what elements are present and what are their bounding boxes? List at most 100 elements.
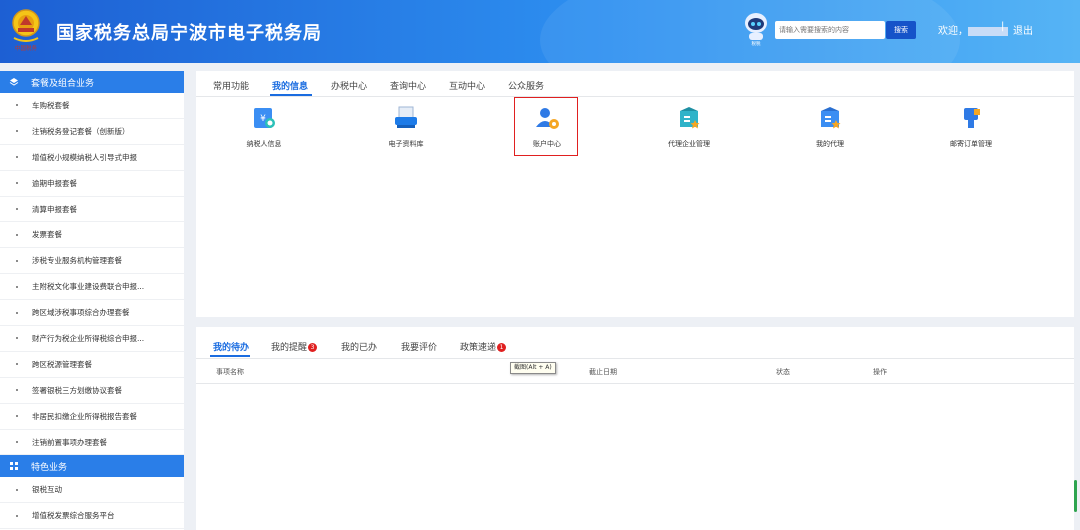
sidebar-item-label: 增值税发票综合服务平台 [32,511,115,521]
site-title: 国家税务总局宁波市电子税务局 [56,23,322,44]
active-tab-indicator [210,355,250,357]
tab-public-service[interactable]: 公众服务 [508,79,544,92]
agent-enterprise-icon [680,107,700,129]
tile-mail-order[interactable]: 邮寄订单管理 [937,105,1005,155]
welcome-label: 欢迎， [938,26,968,37]
sidebar-item[interactable]: 车购税套餐 [0,93,184,119]
tab-label: 政策速递 [460,343,497,353]
tile-label: 电子资料库 [388,140,424,148]
account-center-highlight-box [514,97,578,156]
todo-tabs: 我的待办 我的提醒 3 我的已办 我要评价 政策速递 1 [196,327,1074,359]
sidebar-item[interactable]: 增值税发票综合服务平台 [0,503,184,530]
taxpayer-info-icon: ¥ [254,108,275,128]
sidebar-item[interactable]: 发票套餐 [0,222,184,249]
sidebar-item-label: 发票套餐 [32,230,62,240]
sidebar-group-label: 套餐及组合业务 [31,78,95,89]
sidebar-item-label: 跨区税源管理套餐 [32,359,92,369]
sidebar: 套餐及组合业务 车购税套餐 注销税务登记套餐（创新版） 增值税小规模纳税人引导式… [0,71,184,530]
bullet-icon [16,514,18,517]
sidebar-item[interactable]: 注销税务登记套餐（创新版） [0,119,184,145]
bullet-icon [16,363,18,366]
robot-caption: 税税 [752,40,761,47]
sidebar-item-label: 逾期申报套餐 [32,178,77,188]
tile-taxpayer-info[interactable]: ¥ 纳税人信息 [230,105,298,155]
sidebar-group-packages[interactable]: 套餐及组合业务 [0,71,184,93]
tile-label: 我的代理 [816,140,844,148]
sidebar-item[interactable]: 增值税小规模纳税人引导式申报 [0,145,184,171]
bullet-icon [16,311,18,314]
tax-emblem-icon: 中国税务 [12,9,40,52]
sidebar-item[interactable]: 签署银税三方划缴协议套餐 [0,378,184,404]
sidebar-item-label: 非居民扣缴企业所得税报告套餐 [32,411,137,421]
tab-query-center[interactable]: 查询中心 [390,79,426,92]
e-archive-icon [395,106,417,128]
screenshot-tooltip: 截图(Alt + A) [510,362,556,374]
sidebar-item-label: 注销前置事项办理套餐 [32,437,107,447]
grid-icon [10,462,18,471]
tab-interaction-center[interactable]: 互动中心 [449,79,485,92]
scrollbar-thumb[interactable] [1074,480,1077,512]
bullet-icon [16,104,18,107]
sidebar-item[interactable]: 涉税专业服务机构管理套餐 [0,248,184,275]
tab-my-done[interactable]: 我的已办 [341,340,377,353]
layers-icon [9,78,19,86]
tile-label: 纳税人信息 [246,140,282,148]
bullet-icon [16,337,18,340]
bullet-icon [16,233,18,236]
sidebar-item[interactable]: 主附税文化事业建设费联合申报... [0,274,184,301]
column-actions: 操作 [873,368,887,376]
tab-label: 我的提醒 [271,343,308,353]
tile-e-archive[interactable]: 电子资料库 [372,105,440,155]
active-tab-indicator [270,94,312,96]
sidebar-item[interactable]: 银税互动 [0,477,184,504]
column-deadline: 截止日期 [589,368,617,376]
sidebar-item[interactable]: 清算申报套餐 [0,197,184,223]
search-input[interactable] [775,21,885,39]
tab-my-todo[interactable]: 我的待办 [213,340,249,353]
tile-my-agent[interactable]: 我的代理 [796,105,864,155]
bullet-icon [16,389,18,392]
welcome-text: 欢迎， [938,22,1008,37]
sidebar-group-featured[interactable]: 特色业务 [0,455,184,478]
bullet-icon [16,488,18,491]
column-item-name: 事项名称 [216,368,244,376]
sidebar-item[interactable]: 财产行为税企业所得税综合申报... [0,326,184,352]
tab-evaluate[interactable]: 我要评价 [401,340,437,353]
sidebar-item-label: 涉税专业服务机构管理套餐 [32,256,122,266]
table-header-divider [196,383,1074,384]
bullet-icon [16,441,18,444]
sidebar-item[interactable]: 注销前置事项办理套餐 [0,430,184,456]
sidebar-item[interactable]: 逾期申报套餐 [0,171,184,197]
sidebar-item-label: 财产行为税企业所得税综合申报... [32,333,145,343]
tab-my-info[interactable]: 我的信息 [272,79,308,92]
sidebar-item[interactable]: 跨区税源管理套餐 [0,352,184,378]
sidebar-item[interactable]: 跨区域涉税事项综合办理套餐 [0,300,184,327]
tab-common-functions[interactable]: 常用功能 [213,79,249,92]
robot-assistant-icon[interactable]: 税税 [743,11,769,47]
bullet-icon [16,208,18,210]
tab-my-reminders[interactable]: 我的提醒 3 [271,340,318,353]
bullet-icon [16,130,18,133]
tab-policy-express[interactable]: 政策速递 1 [460,340,507,353]
sidebar-item-label: 增值税小规模纳税人引导式申报 [32,152,137,162]
sidebar-item-label: 银税互动 [32,485,62,495]
header-separator: | [1001,21,1005,32]
todo-panel: 我的待办 我的提醒 3 我的已办 我要评价 政策速递 1 事项名称 截止日期 状态 … [196,327,1074,530]
my-agent-icon [821,107,841,129]
bullet-icon [16,156,18,159]
main-tabs: 常用功能 我的信息 办税中心 查询中心 互动中心 公众服务 [196,71,1074,97]
mail-order-icon [964,108,980,128]
emblem-caption: 中国税务 [15,44,38,52]
sidebar-group-label: 特色业务 [31,462,68,473]
bullet-icon [16,182,18,185]
logout-link[interactable]: 退出 [1013,22,1033,37]
sidebar-item-label: 车购税套餐 [32,100,70,110]
tab-tax-center[interactable]: 办税中心 [331,79,367,92]
column-status: 状态 [776,368,790,376]
tile-label: 邮寄订单管理 [950,140,992,148]
bullet-icon [16,285,18,288]
policy-count-badge: 1 [497,343,507,352]
sidebar-item[interactable]: 非居民扣缴企业所得税报告套餐 [0,404,184,430]
tile-agent-enterprise[interactable]: 代理企业管理 [655,105,723,155]
search-button[interactable]: 搜索 [886,21,916,39]
